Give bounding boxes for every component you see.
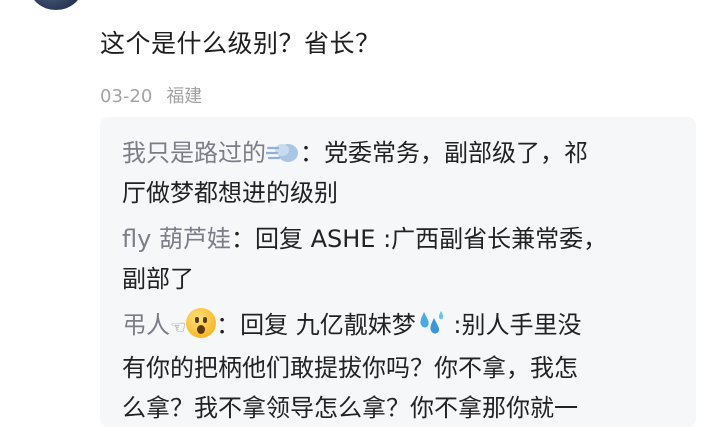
comment-date: 03-20 xyxy=(100,86,153,107)
comment-location: 福建 xyxy=(166,86,203,107)
astonished-face-icon xyxy=(186,308,217,338)
comment-meta: 03-20 福建 xyxy=(100,82,202,108)
reply-username[interactable]: 弔人 xyxy=(122,311,170,339)
reply-item[interactable]: 弔人☜ ：回复 九亿靓妹梦 :别人手里没 有你的把柄他们敢提拔你吗？你不拿，我怎 … xyxy=(122,305,674,427)
reply-username[interactable]: fly 葫芦娃 xyxy=(122,225,231,253)
replies-panel: 我只是路过的 ：党委常务，副部级了，祁 厅做梦都想进的级别 fly 葫芦娃：回复… xyxy=(100,117,696,427)
reply-item[interactable]: fly 葫芦娃：回复 ASHE :广西副省长兼常委， 副部了 xyxy=(122,219,674,299)
reply-username[interactable]: 我只是路过的 xyxy=(122,139,266,167)
reply-item[interactable]: 我只是路过的 ：党委常务，副部级了，祁 厅做梦都想进的级别 xyxy=(122,133,674,213)
sweat-droplets-icon xyxy=(416,308,446,338)
reply-text: :别人手里没 xyxy=(445,311,582,339)
reply-line: 有你的把柄他们敢提拔你吗？你不拿，我怎 xyxy=(122,354,578,382)
pointing-hand-icon: ☜ xyxy=(170,317,187,338)
reply-text: ：回复 ASHE :广西副省长兼常委， xyxy=(230,225,608,253)
reply-line: fly 葫芦娃：回复 ASHE :广西副省长兼常委， xyxy=(122,219,674,259)
reply-line: 弔人☜ ：回复 九亿靓妹梦 :别人手里没 xyxy=(122,305,674,348)
reply-line: 我只是路过的 ：党委常务，副部级了，祁 xyxy=(122,133,674,173)
reply-line: 副部了 xyxy=(122,265,194,293)
dash-emoji-icon xyxy=(264,138,300,164)
comment-text: 这个是什么级别？省长？ xyxy=(100,29,381,58)
avatar[interactable] xyxy=(30,0,82,10)
reply-text: ：回复 九亿靓妹梦 xyxy=(216,311,416,339)
reply-line: 厅做梦都想进的级别 xyxy=(122,179,338,207)
reply-line: 么拿？我不拿领导怎么拿？你不拿那你就一 xyxy=(122,394,578,422)
reply-text: ：党委常务，副部级了，祁 xyxy=(300,139,588,167)
